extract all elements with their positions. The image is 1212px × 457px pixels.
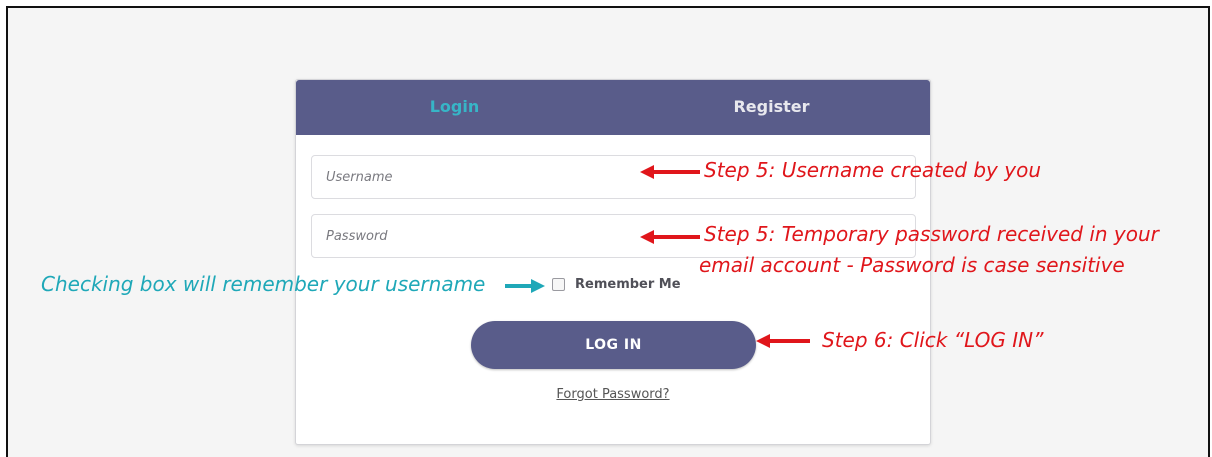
remember-annotation: Checking box will remember your username	[41, 272, 486, 296]
tab-bar: Login Register	[296, 80, 930, 135]
forgot-password-link[interactable]: Forgot Password?	[296, 387, 930, 402]
login-button[interactable]: LOG IN	[471, 321, 756, 369]
arrow-left-icon	[756, 334, 810, 348]
username-annotation: Step 5: Username created by you	[704, 158, 1041, 182]
arrow-left-icon	[640, 230, 700, 244]
password-annotation-line1: Step 5: Temporary password received in y…	[704, 222, 1159, 246]
login-annotation: Step 6: Click “LOG IN”	[822, 328, 1044, 352]
password-annotation-line2: email account - Password is case sensiti…	[699, 253, 1125, 277]
tab-register[interactable]: Register	[613, 80, 930, 135]
remember-me-checkbox[interactable]	[552, 278, 565, 291]
remember-me-label[interactable]: Remember Me	[575, 277, 681, 292]
remember-me-row[interactable]: Remember Me	[552, 277, 681, 292]
arrow-right-icon	[505, 279, 545, 293]
tab-login[interactable]: Login	[296, 80, 613, 135]
arrow-left-icon	[640, 165, 700, 179]
